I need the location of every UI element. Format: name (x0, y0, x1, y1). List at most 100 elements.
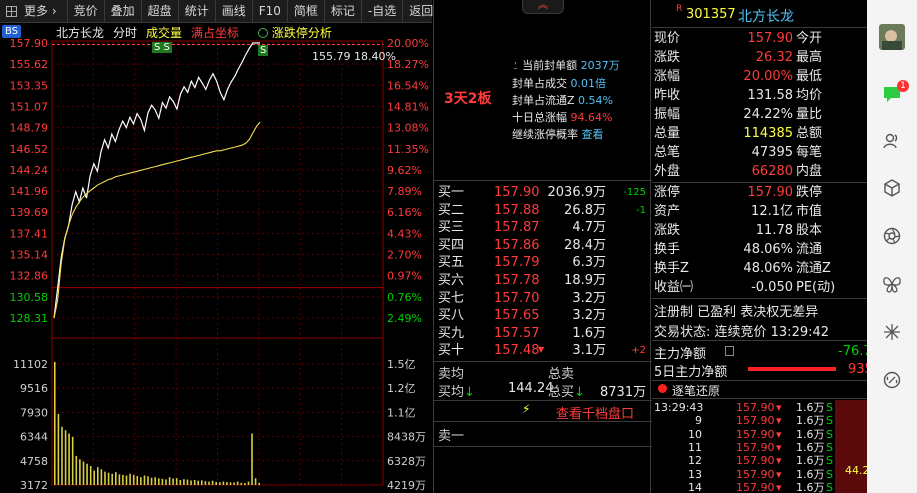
timeshare-chart-panel: 157.90 20.00% 155.62 18.27% 153.35 16.54% 151.… (0, 23, 432, 493)
toolbar-overlay-button[interactable]: 叠加 (105, 0, 142, 23)
divider (652, 340, 867, 341)
volume-bar (104, 471, 106, 485)
quote-value: 157.90 (747, 31, 794, 46)
pct-tick-label: 20.00% (387, 37, 429, 50)
cube-icon[interactable] (867, 172, 917, 204)
bid-row[interactable]: 买四 157.86 28.4万 (434, 237, 650, 255)
toolbar-more-button[interactable]: 更多 › (0, 0, 68, 23)
bid-volume: 3.1万 (572, 343, 606, 359)
bid-row[interactable]: 买五 157.79 6.3万 (434, 254, 650, 272)
volume-bar (168, 477, 171, 485)
contacts-icon[interactable] (867, 125, 917, 157)
tick-volume: 1.6万 (796, 467, 825, 481)
divider (652, 298, 867, 299)
tick-arrow-icon: ▾ (776, 467, 782, 481)
bid-row[interactable]: 买九 157.57 1.6万 (434, 325, 650, 343)
tab-volume[interactable]: 成交量 (146, 24, 182, 40)
avatar[interactable] (879, 24, 905, 50)
bid-row[interactable]: 买二 157.88 26.8万 -1 (434, 202, 650, 220)
bid-row[interactable]: 买六 157.78 18.9万 (434, 272, 650, 290)
tick-time: 13 (688, 467, 702, 481)
tick-replay-icon[interactable] (658, 384, 667, 393)
bid-price: 157.87 (494, 220, 540, 236)
full-coord-toggle[interactable]: 满占坐标 (191, 24, 239, 40)
tick-side: S (826, 401, 833, 414)
price-line (53, 42, 260, 319)
quote-row: 昨收 131.58 均价 (652, 86, 867, 105)
toolbar-simple-frame-button[interactable]: 简框 (288, 0, 325, 23)
ss-marker[interactable]: S S (152, 42, 172, 53)
s-marker[interactable]: S (258, 45, 269, 56)
volume-bar (165, 479, 167, 485)
aperture-icon[interactable] (867, 220, 917, 252)
tick-row: 14 157.90 ▾ 1.6万 S (652, 481, 867, 493)
bid-row[interactable]: 买一 157.90 2036.9万 -125 (434, 184, 650, 202)
tick-price: 157.90 (736, 401, 775, 414)
quote-label: 涨幅 (654, 69, 681, 84)
quote-label: 涨停 (654, 185, 681, 200)
bid-price: 157.70 (494, 290, 540, 306)
limit-price-label: 155.79 18.40% (312, 50, 396, 63)
volume-bar (219, 482, 221, 485)
tick-replay-title[interactable]: 逐笔还原 (672, 382, 720, 399)
quote-value: 131.58 (747, 88, 794, 103)
collapse-button[interactable]: ︽ (522, 0, 564, 14)
chat-icon[interactable]: 1 (867, 78, 917, 110)
view-depth-link[interactable]: 查看千档盘口 (556, 403, 634, 422)
pct-tick-label: 2.70% (387, 249, 422, 262)
quote-label: 换手Z (654, 261, 689, 276)
sparkle-icon[interactable] (867, 316, 917, 348)
bid-level-label: 买七 (438, 290, 465, 306)
tick-volume: 1.6万 (796, 480, 825, 493)
toolbar-remove-watchlist-button[interactable]: -自选 (362, 0, 404, 23)
volume-bar (240, 482, 243, 485)
volume-bar (158, 478, 160, 485)
quote-label: 振幅 (654, 107, 681, 122)
bs-badge[interactable]: BS (2, 25, 22, 38)
tick-row: 13 157.90 ▾ 1.6万 S (652, 468, 867, 481)
toolbar-stats-button[interactable]: 统计 (179, 0, 216, 23)
volume-bar (136, 476, 139, 485)
volume-bar (115, 472, 117, 485)
tick-time: 12 (688, 454, 702, 468)
price-tick-label: 135.14 (10, 249, 49, 262)
volume-bar (229, 482, 232, 485)
bid-price: 157.88 (494, 202, 540, 218)
tick-volume: 1.6万 (796, 454, 825, 468)
link-icon[interactable] (867, 364, 917, 396)
tick-side: S (826, 414, 833, 428)
toolbar-draw-button[interactable]: 画线 (216, 0, 253, 23)
main5-label: 5日主力净额 (654, 365, 728, 380)
volume-bar (118, 474, 121, 485)
toolbar-mark-button[interactable]: 标记 (325, 0, 362, 23)
price-tick-label: 151.07 (10, 100, 49, 113)
timeshare-chart[interactable]: 157.90 20.00%155.62 18.27%153.35 16.54%151.… (0, 23, 432, 493)
toolbar-superdisk-button[interactable]: 超盘 (142, 0, 179, 23)
tab-timeshare[interactable]: 分时 (113, 24, 137, 40)
tick-time: 11 (688, 440, 702, 454)
quote-label: 跌停 (796, 185, 823, 200)
volume-bar (258, 482, 260, 485)
pct-tick-label: 4.43% (387, 227, 422, 240)
volume-bar (129, 473, 131, 485)
bid-row[interactable]: 买三 157.87 4.7万 (434, 219, 650, 237)
chart-toggle-icon[interactable] (725, 346, 734, 356)
pct-tick-label: 0.76% (387, 291, 422, 304)
bid-row[interactable]: 买七 157.70 3.2万 (434, 290, 650, 308)
bid-volume: 4.7万 (572, 220, 606, 236)
quote-row: 振幅 24.22% 量比 (652, 105, 867, 124)
tick-side: S (826, 467, 833, 481)
volume-bar (86, 463, 88, 485)
view-probability-link[interactable]: 查看 (582, 128, 604, 141)
toolbar-auction-button[interactable]: 竞价 (68, 0, 105, 23)
quote-label: 总额 (796, 126, 823, 141)
toolbar-f10-button[interactable]: F10 (253, 0, 288, 23)
quote-row: 现价 157.90 今开 (652, 29, 867, 48)
price-tick-label: 128.31 (10, 312, 49, 325)
limit-analysis-link[interactable]: 涨跌停分析 (258, 24, 332, 41)
butterfly-icon[interactable] (867, 268, 917, 300)
bid-change: +2 (631, 345, 646, 357)
order-book-panel: ︽ 3天2板 ⍘ 当前封单额 2037万 封单占成交 0.01倍 封单占流通Z … (433, 0, 652, 493)
tick-volume: 1.6万 (796, 401, 825, 414)
bid-row[interactable]: 买八 157.65 3.2万 (434, 307, 650, 325)
